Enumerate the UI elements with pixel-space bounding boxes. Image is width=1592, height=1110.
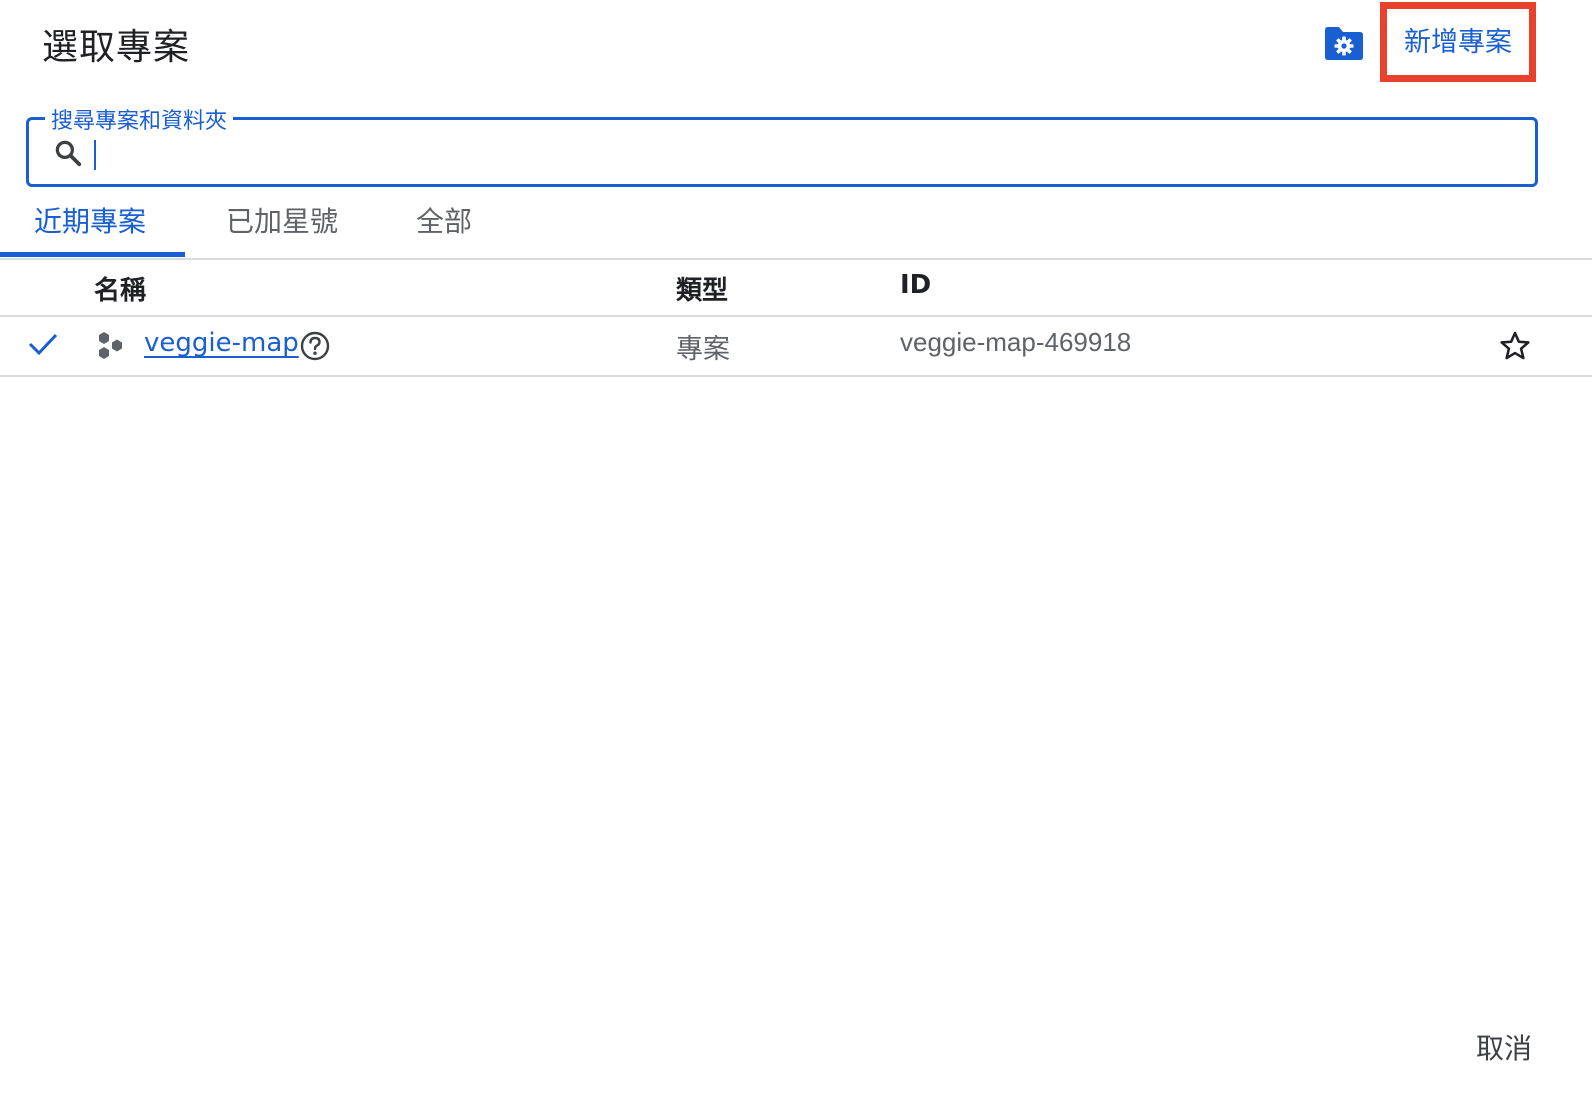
cancel-button[interactable]: 取消 [1462,1022,1546,1072]
folder-gear-icon [1325,27,1363,60]
project-hexagons-icon [99,332,122,359]
new-project-button[interactable]: 新增專案 [1387,9,1529,75]
tab-all[interactable]: 全部 [416,200,472,248]
project-picker-dialog: 選取專案 新增專案 搜尋專案和資料夾 近期專案 已加星號 全部 名稱 類型 ID… [0,0,1592,1110]
search-input[interactable] [93,134,1513,172]
project-name-link[interactable]: veggie-map [144,328,299,358]
tabs-divider [0,258,1592,260]
search-icon [55,140,82,167]
project-id: veggie-map-469918 [900,327,1132,357]
search-field[interactable]: 搜尋專案和資料夾 [26,103,1538,187]
dialog-title: 選取專案 [42,27,191,68]
column-header-type[interactable]: 類型 [676,270,728,307]
tab-starred[interactable]: 已加星號 [226,200,338,248]
column-header-id[interactable]: ID [900,270,931,300]
text-caret [94,140,96,170]
manage-resources-button[interactable] [1322,24,1366,62]
project-type: 專案 [676,334,730,365]
help-circle-icon[interactable] [299,330,331,362]
row-divider [0,375,1592,377]
tab-recent[interactable]: 近期專案 [34,200,146,248]
column-header-name[interactable]: 名稱 [94,270,146,307]
search-label: 搜尋專案和資料夾 [45,103,234,135]
check-icon [28,333,58,356]
tab-bar: 近期專案 已加星號 全部 [0,190,1592,260]
star-outline-icon[interactable] [1498,329,1532,363]
new-project-highlight: 新增專案 [1380,2,1536,82]
active-tab-indicator [0,252,185,257]
table-row[interactable]: veggie-map 專案 veggie-map-469918 [0,317,1592,375]
